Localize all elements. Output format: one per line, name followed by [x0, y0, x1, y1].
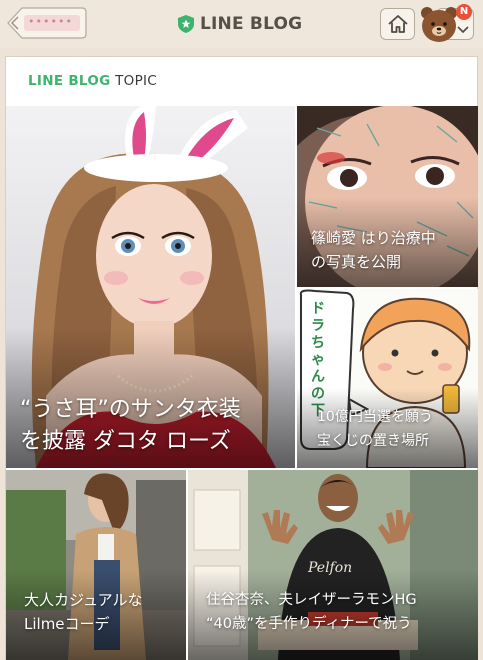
caption-line-2: の写真を公開: [311, 253, 402, 271]
line-blog-page: •••••• LINE BLOG N LINE BLOG TOPIC “うさ耳”…: [0, 0, 483, 660]
section-title: LINE BLOG TOPIC: [28, 73, 157, 89]
back-button[interactable]: ••••••: [6, 6, 88, 40]
back-button-label: ••••••: [28, 15, 73, 28]
profile-menu-button[interactable]: N: [420, 4, 476, 42]
tile-caption: “うさ耳”のサンタ衣装 を披露 ダコタ ローズ: [20, 394, 241, 458]
brand-title: LINE BLOG: [200, 14, 303, 34]
tile-caption: 住谷杏奈、夫レイザーラモンHG “40歳”を手作りディナーで祝う: [206, 588, 417, 636]
line-shield-icon: [178, 15, 194, 33]
chevron-down-icon: [457, 26, 469, 34]
caption-line-2: Lilmeコーデ: [24, 615, 110, 633]
brand-logo[interactable]: LINE BLOG: [178, 11, 302, 37]
topic-tile-hg-birthday[interactable]: Pelfon 住谷杏奈、夫レイザーラモンHG “40歳”を手作りディナーで祝う: [188, 470, 478, 660]
notification-badge: N: [456, 4, 472, 20]
home-button[interactable]: [380, 8, 415, 40]
top-bar: •••••• LINE BLOG N: [0, 0, 483, 48]
tile-caption: 10億円当選を願う 宝くじの置き場所: [317, 405, 433, 453]
topic-tile-shinozaki-ai[interactable]: 篠崎愛 はり治療中 の写真を公開: [297, 106, 478, 287]
caption-line-1: 住谷杏奈、夫レイザーラモンHG: [206, 592, 417, 608]
bear-avatar-icon: [421, 7, 457, 42]
tile-caption: 篠崎愛 はり治療中 の写真を公開: [311, 226, 436, 274]
caption-line-2: “40歳”を手作りディナーで祝う: [206, 616, 412, 632]
topic-tile-lilme[interactable]: 大人カジュアルな Lilmeコーデ: [6, 470, 186, 660]
section-title-suffix: TOPIC: [110, 73, 158, 89]
caption-line-1: 篠崎愛 はり治療中: [311, 229, 436, 247]
tile-caption: 大人カジュアルな Lilmeコーデ: [24, 588, 143, 636]
topic-tile-dakota-rose[interactable]: “うさ耳”のサンタ衣装 を披露 ダコタ ローズ: [6, 106, 295, 468]
caption-line-2: を披露 ダコタ ローズ: [20, 429, 231, 454]
section-title-brand: LINE BLOG: [28, 73, 111, 89]
home-icon: [388, 15, 408, 33]
caption-line-1: “うさ耳”のサンタ衣装: [20, 397, 241, 422]
topic-tile-lottery[interactable]: ドラちゃんの下 10億円当選を願う 宝くじの置き場所: [297, 289, 478, 468]
caption-line-1: 10億円当選を願う: [317, 409, 433, 425]
caption-line-2: 宝くじの置き場所: [317, 433, 429, 449]
caption-line-1: 大人カジュアルな: [24, 591, 143, 609]
